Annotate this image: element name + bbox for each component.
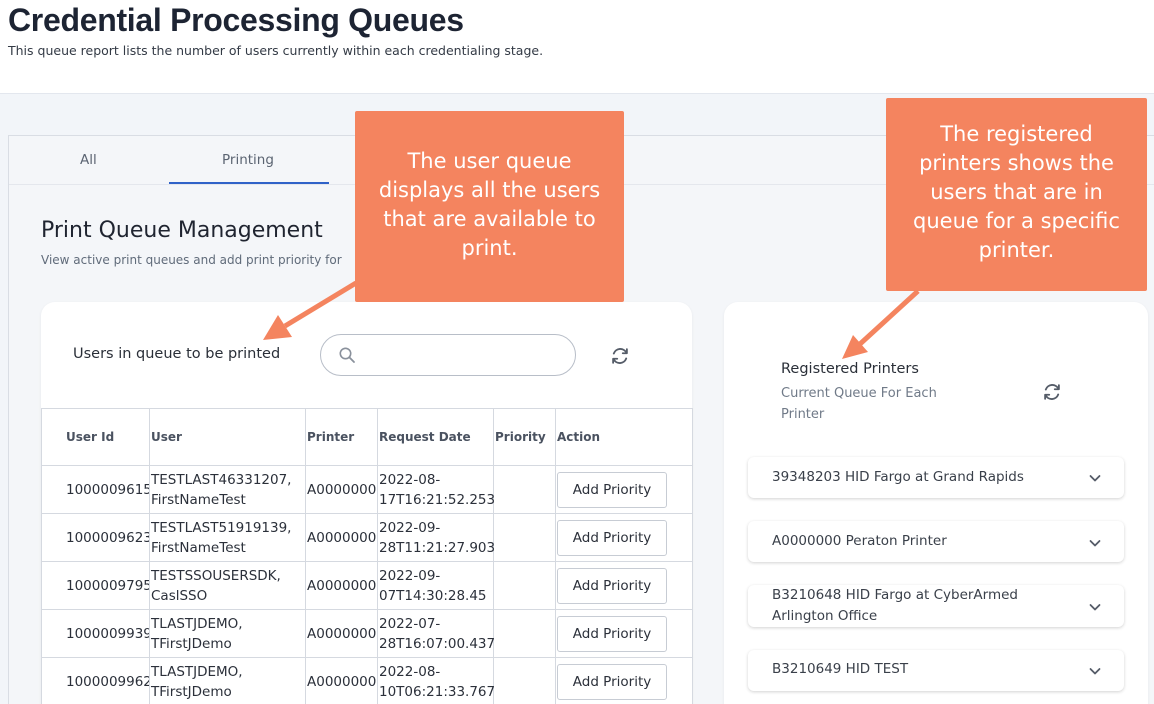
cell-user: TESTLAST46331207, FirstNameTest [149,465,306,514]
table-row: 1000009962 TLASTJDEMO, TFirstJDemo A0000… [41,657,693,704]
column-header-priority[interactable]: Priority [493,408,556,466]
cell-priority [493,561,556,610]
add-priority-button[interactable]: Add Priority [557,567,667,604]
cell-user-id: 1000009795 [41,561,150,610]
add-priority-button[interactable]: Add Priority [557,519,667,556]
user-queue-callout: The user queue displays all the users th… [355,111,624,302]
page-title: Credential Processing Queues [8,2,464,38]
registered-printers-callout: The registered printers shows the users … [886,98,1147,291]
cell-user-id: 1000009615 [41,465,150,514]
chevron-down-icon [1089,668,1101,675]
cell-user-id: 1000009962 [41,657,150,704]
cell-request-date: 2022-09-28T11:21:27.903 [377,513,495,562]
add-priority-button[interactable]: Add Priority [557,615,667,652]
table-row: 1000009795 TESTSSOUSERSDK, CaslSSO A0000… [41,561,693,610]
table-row: 1000009939 TLASTJDEMO, TFirstJDemo A0000… [41,609,693,658]
cell-action: Add Priority [555,609,693,658]
tab-printing[interactable]: Printing [222,152,274,168]
search-icon [339,347,355,363]
printer-accordion-item[interactable]: B3210649 HID TEST [748,650,1124,691]
table-row: 1000009623 TESTLAST51919139, FirstNameTe… [41,513,693,562]
tab-all[interactable]: All [80,152,97,168]
cell-request-date: 2022-08-10T06:21:33.767 [377,657,495,704]
add-priority-button[interactable]: Add Priority [557,663,667,700]
cell-printer: A0000000 [305,609,378,658]
printer-accordion-item[interactable]: B3210648 HID Fargo at CyberArmed Arlingt… [748,585,1124,627]
chevron-down-icon [1089,540,1101,547]
printer-accordion-item[interactable]: A0000000 Peraton Printer [748,521,1124,562]
section-subtitle: View active print queues and add print p… [41,253,342,267]
printer-accordion-item[interactable]: 39348203 HID Fargo at Grand Rapids [748,457,1124,498]
registered-printers-title: Registered Printers [781,361,919,377]
cell-user: TESTSSOUSERSDK, CaslSSO [149,561,306,610]
cell-action: Add Priority [555,465,693,514]
cell-request-date: 2022-07-28T16:07:00.437 [377,609,495,658]
search-input[interactable] [320,334,576,376]
section-title: Print Queue Management [41,218,323,243]
cell-user: TLASTJDEMO, TFirstJDemo [149,609,306,658]
cell-user-id: 1000009939 [41,609,150,658]
user-queue-table: User Id User Printer Request Date Priori… [41,408,693,704]
cell-priority [493,657,556,704]
cell-user: TLASTJDEMO, TFirstJDemo [149,657,306,704]
chevron-down-icon [1089,604,1101,611]
printer-label: A0000000 Peraton Printer [772,533,947,549]
cell-printer: A0000000 [305,561,378,610]
cell-user: TESTLAST51919139, FirstNameTest [149,513,306,562]
add-priority-button[interactable]: Add Priority [557,471,667,508]
table-row: 1000009615 TESTLAST46331207, FirstNameTe… [41,465,693,514]
column-header-user[interactable]: User [149,408,306,466]
column-header-printer[interactable]: Printer [305,408,378,466]
cell-action: Add Priority [555,513,693,562]
column-header-request-date[interactable]: Request Date [377,408,494,466]
cell-printer: A0000000 [305,465,378,514]
user-queue-label: Users in queue to be printed [73,346,281,362]
printer-label: B3210648 HID Fargo at CyberArmed Arlingt… [772,587,1018,624]
chevron-down-icon [1089,475,1101,482]
cell-priority [493,513,556,562]
refresh-icon[interactable] [609,345,631,367]
registered-printers-subtitle: Current Queue For Each Printer [781,386,937,422]
cell-request-date: 2022-08-17T16:21:52.253 [377,465,495,514]
column-header-action: Action [555,408,693,466]
cell-priority [493,465,556,514]
cell-priority [493,609,556,658]
cell-action: Add Priority [555,561,693,610]
cell-printer: A0000000 [305,513,378,562]
page-subtitle: This queue report lists the number of us… [8,43,544,58]
active-tab-indicator [169,182,329,184]
cell-user-id: 1000009623 [41,513,150,562]
column-header-user-id[interactable]: User Id [41,408,150,466]
printer-label: B3210649 HID TEST [772,661,909,677]
refresh-icon[interactable] [1041,381,1063,403]
cell-action: Add Priority [555,657,693,704]
table-header-row: User Id User Printer Request Date Priori… [41,408,693,466]
printer-label: 39348203 HID Fargo at Grand Rapids [772,469,1024,485]
cell-request-date: 2022-09-07T14:30:28.45 [377,561,494,610]
cell-printer: A0000000 [305,657,378,704]
